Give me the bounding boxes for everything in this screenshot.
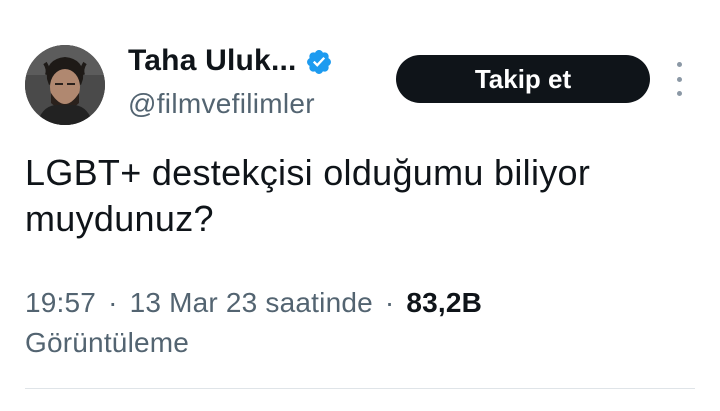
more-vertical-icon[interactable]: [671, 62, 687, 96]
verified-badge-icon: [305, 48, 333, 76]
more-dot: [676, 76, 682, 82]
author-handle[interactable]: @filmvefilimler: [128, 88, 315, 120]
tweet-text: LGBT+ destekçisi olduğumu biliyor muydun…: [25, 150, 685, 242]
divider: [25, 388, 695, 389]
meta-separator: ·: [108, 287, 118, 318]
tweet-meta-line-1: 19:57 · 13 Mar 23 saatinde · 83,2B: [25, 283, 685, 323]
more-dot: [676, 62, 682, 67]
tweet-text-line-1: LGBT+ destekçisi olduğumu biliyor: [25, 152, 591, 193]
author-avatar[interactable]: [25, 45, 105, 125]
tweet-meta: 19:57 · 13 Mar 23 saatinde · 83,2B Görün…: [25, 283, 685, 363]
meta-separator: ·: [384, 287, 395, 318]
tweet-time[interactable]: 19:57: [25, 287, 96, 318]
tweet-text-line-2: muydunuz?: [25, 198, 214, 239]
profile-photo-icon: [25, 45, 105, 125]
author-display-name[interactable]: Taha Uluk...: [128, 44, 297, 78]
tweet-date[interactable]: 13 Mar 23 saatinde: [130, 287, 373, 318]
views-label: Görüntüleme: [25, 327, 190, 358]
tweet-card: Taha Uluk... @filmvefilimler Takip et LG…: [0, 0, 720, 411]
author-name-row: Taha Uluk...: [128, 44, 333, 78]
follow-button[interactable]: Takip et: [396, 55, 650, 103]
views-count: 83,2B: [406, 287, 483, 318]
more-dot: [676, 91, 682, 96]
